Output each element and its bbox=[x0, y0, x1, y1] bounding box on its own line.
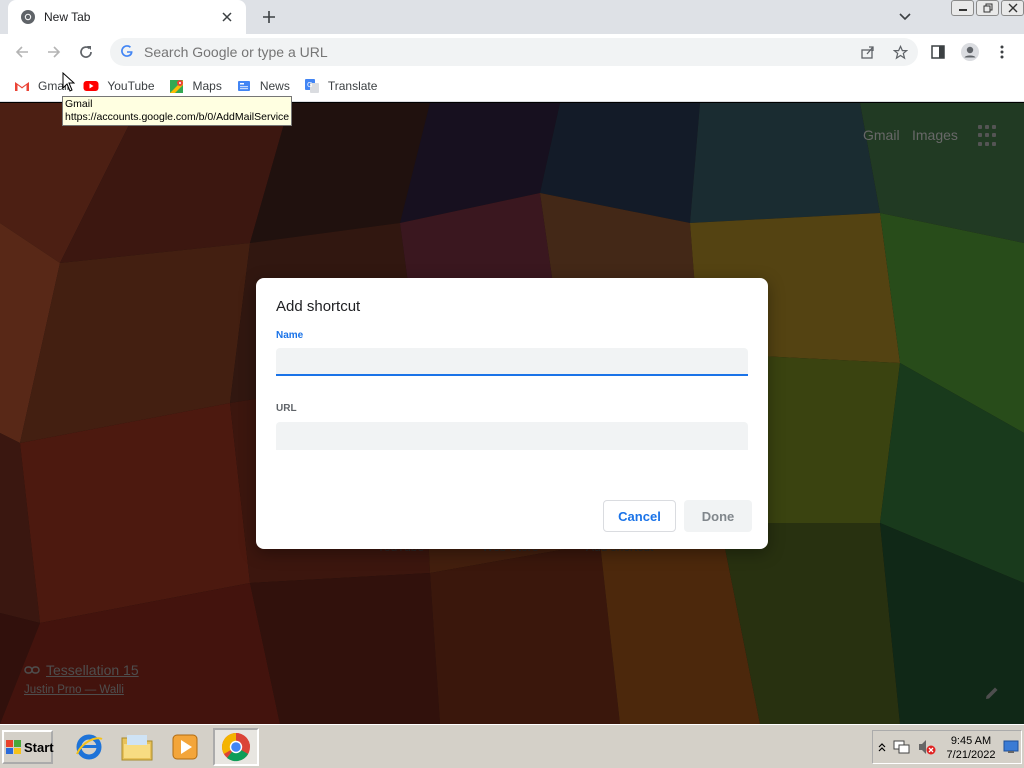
internet-explorer-icon[interactable] bbox=[66, 728, 112, 766]
media-player-icon[interactable] bbox=[162, 728, 208, 766]
restore-icon[interactable] bbox=[976, 0, 999, 16]
windows-flag-icon bbox=[6, 740, 21, 754]
new-tab-icon[interactable] bbox=[258, 6, 280, 28]
forward-icon[interactable] bbox=[42, 40, 66, 64]
news-icon bbox=[236, 78, 252, 94]
chrome-taskbar-icon[interactable] bbox=[213, 728, 259, 766]
tooltip-title: Gmail bbox=[65, 98, 93, 110]
volume-muted-icon[interactable] bbox=[917, 738, 937, 756]
bookmark-label: Maps bbox=[192, 78, 222, 93]
profile-avatar-icon[interactable] bbox=[958, 40, 982, 64]
name-field[interactable] bbox=[276, 348, 748, 376]
start-button[interactable]: Start bbox=[2, 730, 54, 764]
add-shortcut-dialog: Add shortcut Name URL Cancel Done bbox=[256, 278, 768, 549]
name-label: Name bbox=[276, 330, 304, 341]
tab-new-tab[interactable]: New Tab bbox=[8, 0, 246, 34]
back-icon[interactable] bbox=[10, 40, 34, 64]
translate-icon: G bbox=[304, 78, 320, 94]
svg-text:G: G bbox=[307, 81, 312, 89]
minimize-icon[interactable] bbox=[951, 0, 974, 16]
bookmark-translate[interactable]: G Translate bbox=[302, 73, 384, 99]
address-bar-input[interactable] bbox=[144, 44, 744, 60]
system-clock[interactable]: 9:45 AM 7/21/2022 bbox=[943, 734, 999, 762]
bookmark-youtube[interactable]: YouTube bbox=[81, 73, 160, 99]
tab-title: New Tab bbox=[44, 10, 91, 24]
bookmark-label: Translate bbox=[327, 78, 378, 93]
bookmark-maps[interactable]: Maps bbox=[167, 73, 228, 99]
close-window-icon[interactable] bbox=[1001, 0, 1024, 16]
show-hidden-icons-icon[interactable] bbox=[878, 742, 886, 752]
chevron-down-icon[interactable] bbox=[895, 8, 915, 26]
cancel-button[interactable]: Cancel bbox=[603, 500, 676, 532]
taskbar: Start 9:45 AM 7/21/2022 bbox=[0, 724, 1024, 768]
kebab-menu-icon[interactable] bbox=[990, 40, 1014, 64]
tooltip-url: https://accounts.google.com/b/0/AddMailS… bbox=[65, 111, 290, 123]
done-button[interactable]: Done bbox=[684, 500, 752, 532]
url-field[interactable] bbox=[276, 422, 748, 450]
gmail-icon bbox=[14, 78, 30, 94]
omnibox[interactable] bbox=[110, 38, 918, 66]
clock-date: 7/21/2022 bbox=[946, 749, 996, 761]
bookmark-star-icon[interactable] bbox=[890, 42, 910, 62]
network-icon[interactable] bbox=[893, 738, 911, 756]
window-controls bbox=[949, 0, 1024, 17]
toolbar bbox=[0, 34, 1024, 70]
dialog-title: Add shortcut bbox=[276, 298, 361, 315]
clock-time: 9:45 AM bbox=[950, 735, 992, 747]
mouse-cursor-icon bbox=[62, 72, 75, 92]
start-label: Start bbox=[24, 739, 54, 755]
close-tab-icon[interactable] bbox=[218, 8, 236, 26]
reload-icon[interactable] bbox=[74, 40, 98, 64]
bookmark-tooltip: Gmail https://accounts.google.com/b/0/Ad… bbox=[62, 96, 293, 126]
bookmark-news[interactable]: News bbox=[234, 73, 296, 99]
bookmark-label: News bbox=[259, 78, 290, 93]
show-desktop-icon[interactable] bbox=[1003, 740, 1019, 754]
url-label: URL bbox=[276, 403, 297, 414]
youtube-icon bbox=[83, 78, 99, 94]
bookmark-label: YouTube bbox=[107, 78, 155, 93]
file-explorer-icon[interactable] bbox=[114, 728, 160, 766]
share-icon[interactable] bbox=[858, 42, 878, 62]
maps-icon bbox=[169, 78, 185, 94]
google-g-icon bbox=[120, 44, 136, 60]
side-panel-icon[interactable] bbox=[926, 40, 950, 64]
system-tray: 9:45 AM 7/21/2022 bbox=[872, 730, 1022, 764]
tab-strip: New Tab bbox=[0, 0, 1024, 34]
chrome-icon bbox=[20, 9, 36, 25]
